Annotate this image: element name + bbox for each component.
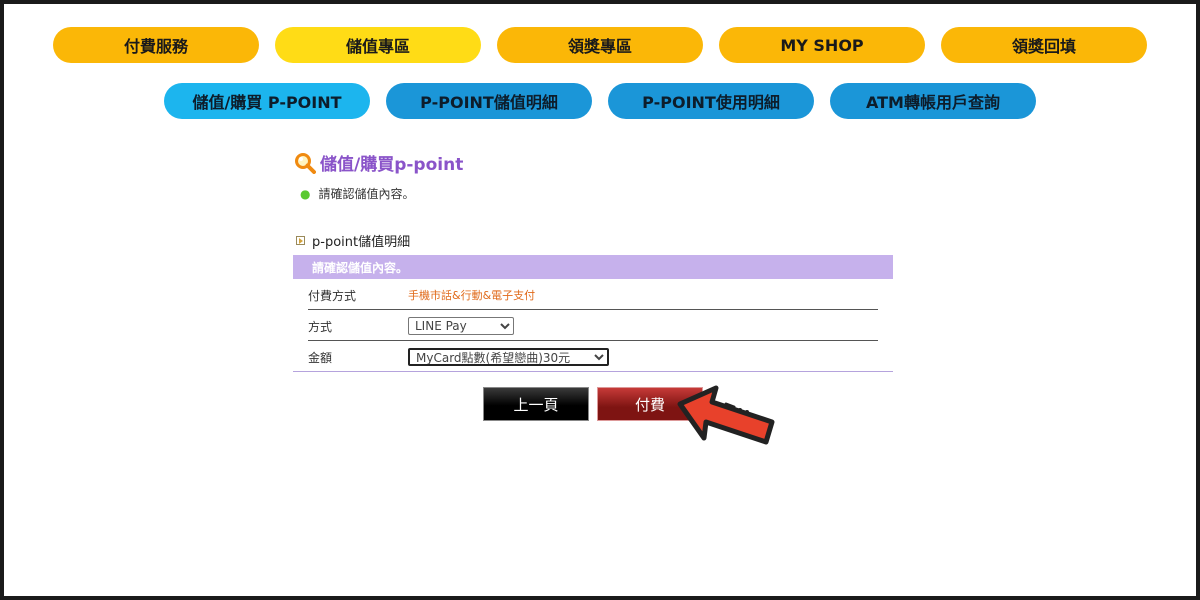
nav-prize-fill[interactable]: 領獎回填	[941, 27, 1147, 63]
page-title-row: 儲值/購買p-point	[294, 150, 463, 175]
pointing-arrow-icon	[677, 385, 775, 445]
subnav-atm-query[interactable]: ATM轉帳用戶查詢	[830, 83, 1036, 119]
row-divider	[308, 309, 878, 310]
method-row: 方式 LINE Pay	[293, 311, 878, 341]
play-square-icon	[296, 236, 305, 245]
payment-label: 付費方式	[308, 288, 357, 303]
amount-row: 金額 MyCard點數(希望戀曲)30元	[293, 342, 878, 372]
subnav-topup-history[interactable]: P-POINT儲值明細	[386, 83, 592, 119]
page-title: 儲值/購買p-point	[320, 155, 464, 175]
payment-row: 付費方式 手機市話&行動&電子支付	[293, 280, 878, 310]
nav-prize-zone[interactable]: 領獎專區	[497, 27, 703, 63]
nav-my-shop[interactable]: MY SHOP	[719, 27, 925, 63]
method-label: 方式	[308, 319, 333, 334]
prev-page-button[interactable]: 上一頁	[483, 387, 589, 421]
amount-select[interactable]: MyCard點數(希望戀曲)30元	[408, 348, 609, 366]
subnav-usage-history[interactable]: P-POINT使用明細	[608, 83, 814, 119]
table-bottom-divider	[293, 371, 893, 372]
table-header: 請確認儲值內容。	[293, 255, 893, 279]
nav-paid-service[interactable]: 付費服務	[53, 27, 259, 63]
section-title-row: p-point儲值明細	[296, 231, 410, 250]
row-divider	[308, 340, 878, 341]
section-title: p-point儲值明細	[312, 235, 411, 250]
subnav-topup-ppoint[interactable]: 儲值/購買 P-POINT	[164, 83, 370, 119]
amount-label: 金額	[308, 350, 333, 365]
hint-text: 請確認儲值內容。	[318, 187, 415, 201]
nav-topup-zone[interactable]: 儲值專區	[275, 27, 481, 63]
method-select[interactable]: LINE Pay	[408, 317, 514, 335]
bullet-icon: ●	[300, 186, 311, 201]
hint-line: ● 請確認儲值內容。	[300, 185, 415, 202]
payment-value: 手機市話&行動&電子支付	[408, 289, 536, 302]
magnifier-icon	[295, 152, 316, 174]
